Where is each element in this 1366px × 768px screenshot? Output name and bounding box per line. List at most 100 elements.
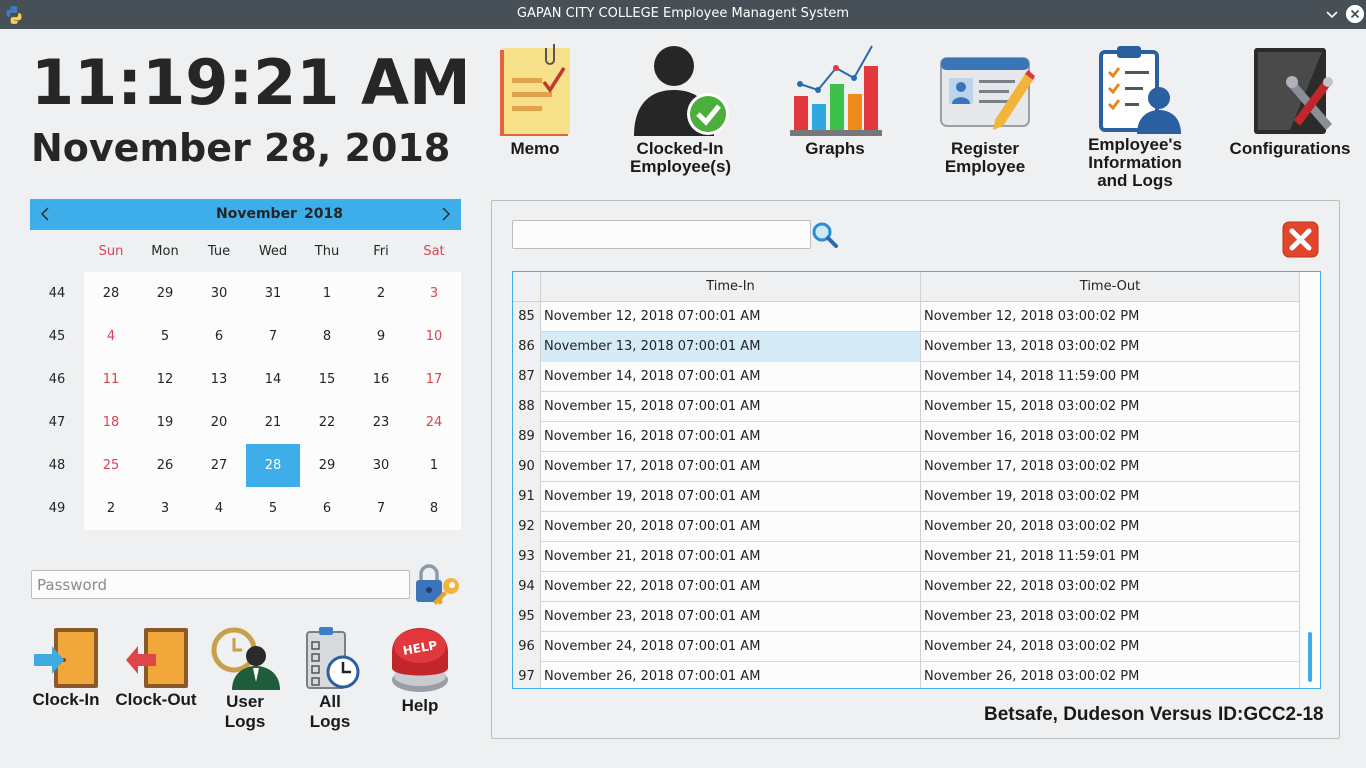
time-in-cell[interactable]: November 20, 2018 07:00:01 AM: [541, 512, 921, 542]
table-row[interactable]: 92 November 20, 2018 07:00:01 AM November …: [513, 512, 1300, 542]
memo-button[interactable]: Memo: [490, 40, 580, 158]
time-in-cell[interactable]: November 22, 2018 07:00:01 AM: [541, 572, 921, 602]
chevron-right-icon[interactable]: [439, 205, 453, 223]
time-in-cell[interactable]: November 16, 2018 07:00:01 AM: [541, 422, 921, 452]
time-out-cell[interactable]: November 22, 2018 03:00:02 PM: [921, 572, 1300, 602]
search-icon[interactable]: [810, 220, 840, 250]
time-out-cell[interactable]: November 15, 2018 03:00:02 PM: [921, 392, 1300, 422]
table-row[interactable]: 91 November 19, 2018 07:00:01 AM November …: [513, 482, 1300, 512]
graphs-button[interactable]: Graphs: [785, 40, 885, 158]
calendar-day[interactable]: 13: [192, 358, 246, 401]
calendar-day[interactable]: 17: [407, 358, 461, 401]
table-row[interactable]: 86 November 13, 2018 07:00:01 AM November …: [513, 332, 1300, 362]
calendar-day[interactable]: 31: [246, 272, 300, 315]
calendar-day[interactable]: 21: [246, 401, 300, 444]
lock-key-icon[interactable]: [413, 564, 465, 606]
search-input[interactable]: [512, 220, 811, 249]
calendar-day[interactable]: 27: [192, 444, 246, 487]
table-row[interactable]: 96 November 24, 2018 07:00:01 AM November …: [513, 632, 1300, 662]
time-in-cell[interactable]: November 13, 2018 07:00:01 AM: [541, 332, 921, 362]
clocked-in-employees-button[interactable]: Clocked-In Employee(s): [630, 40, 731, 176]
calendar-day[interactable]: 7: [246, 315, 300, 358]
calendar-day[interactable]: 18: [84, 401, 138, 444]
calendar-day[interactable]: 28: [246, 444, 300, 487]
time-in-cell[interactable]: November 12, 2018 07:00:01 AM: [541, 302, 921, 332]
time-out-cell[interactable]: November 19, 2018 03:00:02 PM: [921, 482, 1300, 512]
calendar-day[interactable]: 29: [138, 272, 192, 315]
table-row[interactable]: 94 November 22, 2018 07:00:01 AM November …: [513, 572, 1300, 602]
calendar-day[interactable]: 22: [300, 401, 354, 444]
close-window-button[interactable]: [1346, 5, 1364, 23]
calendar-day[interactable]: 11: [84, 358, 138, 401]
calendar-day[interactable]: 23: [354, 401, 408, 444]
calendar-day[interactable]: 6: [192, 315, 246, 358]
calendar-day[interactable]: 19: [138, 401, 192, 444]
time-out-cell[interactable]: November 24, 2018 03:00:02 PM: [921, 632, 1300, 662]
clock-in-button[interactable]: Clock-In: [26, 626, 106, 710]
calendar-day[interactable]: 5: [138, 315, 192, 358]
time-in-cell[interactable]: November 21, 2018 07:00:01 AM: [541, 542, 921, 572]
time-out-cell[interactable]: November 13, 2018 03:00:02 PM: [921, 332, 1300, 362]
calendar-day[interactable]: 25: [84, 444, 138, 487]
column-header-time-out[interactable]: Time-Out: [921, 272, 1300, 302]
chevron-down-icon[interactable]: [1322, 4, 1342, 24]
calendar-day[interactable]: 9: [354, 315, 408, 358]
table-row[interactable]: 85 November 12, 2018 07:00:01 AM November …: [513, 302, 1300, 332]
register-employee-button[interactable]: Register Employee: [930, 40, 1040, 176]
time-out-cell[interactable]: November 20, 2018 03:00:02 PM: [921, 512, 1300, 542]
calendar-year[interactable]: 2018: [304, 206, 343, 222]
calendar-day[interactable]: 16: [354, 358, 408, 401]
user-logs-button[interactable]: User Logs: [205, 624, 285, 732]
calendar-month[interactable]: November: [216, 206, 297, 222]
table-row[interactable]: 97 November 26, 2018 07:00:01 AM November …: [513, 662, 1300, 688]
time-out-cell[interactable]: November 23, 2018 03:00:02 PM: [921, 602, 1300, 632]
calendar-day[interactable]: 12: [138, 358, 192, 401]
calendar-day[interactable]: 8: [407, 487, 461, 530]
calendar-day[interactable]: 30: [192, 272, 246, 315]
password-input[interactable]: [31, 570, 410, 599]
calendar-day[interactable]: 4: [84, 315, 138, 358]
calendar-day[interactable]: 20: [192, 401, 246, 444]
time-out-cell[interactable]: November 16, 2018 03:00:02 PM: [921, 422, 1300, 452]
calendar-day[interactable]: 29: [300, 444, 354, 487]
time-in-cell[interactable]: November 19, 2018 07:00:01 AM: [541, 482, 921, 512]
time-in-cell[interactable]: November 24, 2018 07:00:01 AM: [541, 632, 921, 662]
table-row[interactable]: 87 November 14, 2018 07:00:01 AM November …: [513, 362, 1300, 392]
time-in-cell[interactable]: November 23, 2018 07:00:01 AM: [541, 602, 921, 632]
clock-out-button[interactable]: Clock-Out: [115, 626, 197, 710]
calendar-day[interactable]: 4: [192, 487, 246, 530]
time-in-cell[interactable]: November 17, 2018 07:00:01 AM: [541, 452, 921, 482]
employee-info-logs-button[interactable]: Employee's Information and Logs: [1080, 40, 1190, 190]
calendar-day[interactable]: 1: [300, 272, 354, 315]
calendar-day[interactable]: 1: [407, 444, 461, 487]
chevron-left-icon[interactable]: [38, 205, 52, 223]
vertical-scrollbar[interactable]: [1300, 272, 1320, 688]
calendar-day[interactable]: 10: [407, 315, 461, 358]
table-row[interactable]: 88 November 15, 2018 07:00:01 AM November …: [513, 392, 1300, 422]
time-out-cell[interactable]: November 12, 2018 03:00:02 PM: [921, 302, 1300, 332]
column-header-time-in[interactable]: Time-In: [541, 272, 921, 302]
table-row[interactable]: 89 November 16, 2018 07:00:01 AM November …: [513, 422, 1300, 452]
calendar-day[interactable]: 15: [300, 358, 354, 401]
calendar-day[interactable]: 14: [246, 358, 300, 401]
all-logs-button[interactable]: All Logs: [293, 624, 367, 732]
time-out-cell[interactable]: November 21, 2018 11:59:01 PM: [921, 542, 1300, 572]
calendar-day[interactable]: 2: [354, 272, 408, 315]
calendar-day[interactable]: 3: [138, 487, 192, 530]
calendar-day[interactable]: 30: [354, 444, 408, 487]
table-row[interactable]: 90 November 17, 2018 07:00:01 AM November …: [513, 452, 1300, 482]
calendar-day[interactable]: 5: [246, 487, 300, 530]
time-out-cell[interactable]: November 14, 2018 11:59:00 PM: [921, 362, 1300, 392]
table-row[interactable]: 95 November 23, 2018 07:00:01 AM November …: [513, 602, 1300, 632]
calendar-day[interactable]: 6: [300, 487, 354, 530]
time-in-cell[interactable]: November 26, 2018 07:00:01 AM: [541, 662, 921, 688]
calendar-day[interactable]: 3: [407, 272, 461, 315]
time-in-cell[interactable]: November 15, 2018 07:00:01 AM: [541, 392, 921, 422]
help-button[interactable]: HELP Help: [383, 624, 457, 716]
calendar-day[interactable]: 2: [84, 487, 138, 530]
calendar-day[interactable]: 26: [138, 444, 192, 487]
calendar-day[interactable]: 24: [407, 401, 461, 444]
time-out-cell[interactable]: November 17, 2018 03:00:02 PM: [921, 452, 1300, 482]
calendar-day[interactable]: 28: [84, 272, 138, 315]
table-row[interactable]: 93 November 21, 2018 07:00:01 AM November …: [513, 542, 1300, 572]
